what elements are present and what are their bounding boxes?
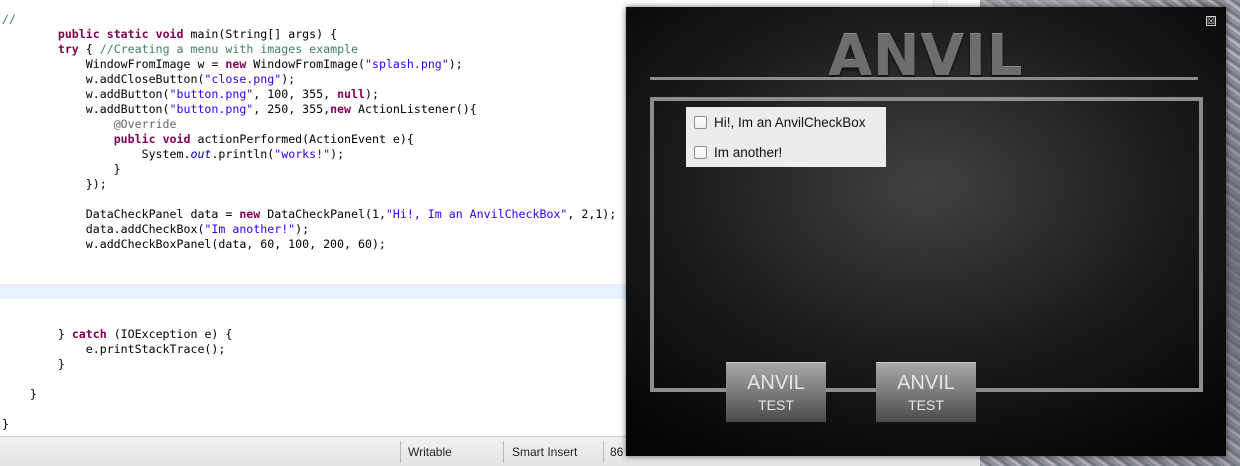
code-token: WindowFromImage w =	[2, 57, 226, 71]
code-token: new	[330, 102, 352, 116]
checkbox-label[interactable]: Hi!, Im an AnvilCheckBox	[714, 115, 866, 130]
code-token: "works!"	[274, 147, 331, 161]
code-token: }	[2, 162, 121, 176]
code-token: public	[113, 132, 156, 146]
code-token: actionPerformed(ActionEvent e){	[190, 132, 414, 146]
checkbox[interactable]	[694, 115, 707, 129]
code-token: });	[2, 177, 107, 191]
code-token: @Override	[113, 117, 177, 131]
code-token: DataCheckPanel(1,	[260, 207, 386, 221]
code-token: w.addCloseButton(	[2, 72, 205, 86]
status-insert-mode[interactable]: Smart Insert	[512, 445, 577, 459]
code-token: );	[295, 222, 310, 236]
code-token: , 2,1);	[567, 207, 617, 221]
code-token: "Hi!, Im an AnvilCheckBox"	[385, 207, 568, 221]
anvil-test-button-1[interactable]: ANVIL TEST	[726, 362, 826, 422]
status-separator	[503, 441, 504, 463]
code-token: WindowFromImage(	[246, 57, 365, 71]
button-sub-label: TEST	[908, 397, 944, 413]
checkbox-panel: Hi!, Im an AnvilCheckBox Im another!	[686, 107, 886, 167]
code-token: DataCheckPanel data =	[2, 207, 240, 221]
code-token: }	[2, 357, 65, 371]
code-token: }	[2, 387, 37, 401]
code-token: public	[57, 27, 100, 41]
checkbox-row[interactable]: Hi!, Im an AnvilCheckBox	[694, 112, 866, 132]
code-token: e.printStackTrace();	[2, 342, 226, 356]
code-token: );	[330, 147, 345, 161]
code-token: data.addCheckBox(	[2, 222, 205, 236]
code-token: void	[162, 132, 191, 146]
code-token: .println(	[211, 147, 275, 161]
code-token: "splash.png"	[365, 57, 449, 71]
code-token: w.addButton(	[2, 102, 170, 116]
anvil-window: ☒ ANVIL Hi!, Im an AnvilCheckBox Im anot…	[626, 7, 1226, 456]
code-token: "button.png"	[169, 102, 254, 116]
code-token: (IOException e) {	[106, 327, 233, 341]
code-token: );	[281, 72, 296, 86]
button-main-label: ANVIL	[747, 372, 805, 394]
code-token: void	[155, 27, 184, 41]
checkbox-row[interactable]: Im another!	[694, 142, 782, 162]
code-token: "button.png"	[169, 87, 254, 101]
code-token: w.addButton(	[2, 87, 170, 101]
status-cursor-position: 86	[610, 445, 624, 459]
code-token: , 100, 355,	[253, 87, 338, 101]
checkbox-label[interactable]: Im another!	[714, 145, 782, 160]
code-token: //Creating a menu with images example	[99, 42, 359, 56]
code-token: {	[78, 42, 100, 56]
anvil-test-button-2[interactable]: ANVIL TEST	[876, 362, 976, 422]
status-writable: Writable	[408, 445, 452, 459]
checkbox[interactable]	[694, 145, 707, 159]
code-token: new	[225, 57, 247, 71]
code-token: w.addCheckBoxPanel(data, 60, 100, 200, 6…	[2, 237, 386, 251]
code-token: null	[337, 87, 365, 101]
title-underline	[650, 77, 1198, 80]
code-token: "close.png"	[204, 72, 282, 86]
code-token: }	[2, 327, 72, 341]
button-sub-label: TEST	[758, 397, 794, 413]
code-token: , 250, 355,	[253, 102, 331, 116]
code-token: System.	[2, 147, 191, 161]
code-token: }	[2, 417, 9, 431]
code-token: //	[2, 12, 16, 26]
status-separator	[603, 441, 604, 463]
code-token: );	[448, 57, 463, 71]
code-token: static	[106, 27, 149, 41]
code-token: catch	[71, 327, 107, 341]
code-token: "Im another!"	[204, 222, 296, 236]
button-main-label: ANVIL	[897, 372, 955, 394]
code-token: ActionListener(){	[351, 102, 477, 116]
code-token: out	[190, 147, 212, 161]
code-token: );	[364, 87, 379, 101]
code-token: new	[239, 207, 261, 221]
close-icon[interactable]: ☒	[1206, 16, 1216, 26]
code-token: try	[57, 42, 79, 56]
code-token: main(String[] args) {	[183, 27, 338, 41]
status-separator	[400, 441, 401, 463]
